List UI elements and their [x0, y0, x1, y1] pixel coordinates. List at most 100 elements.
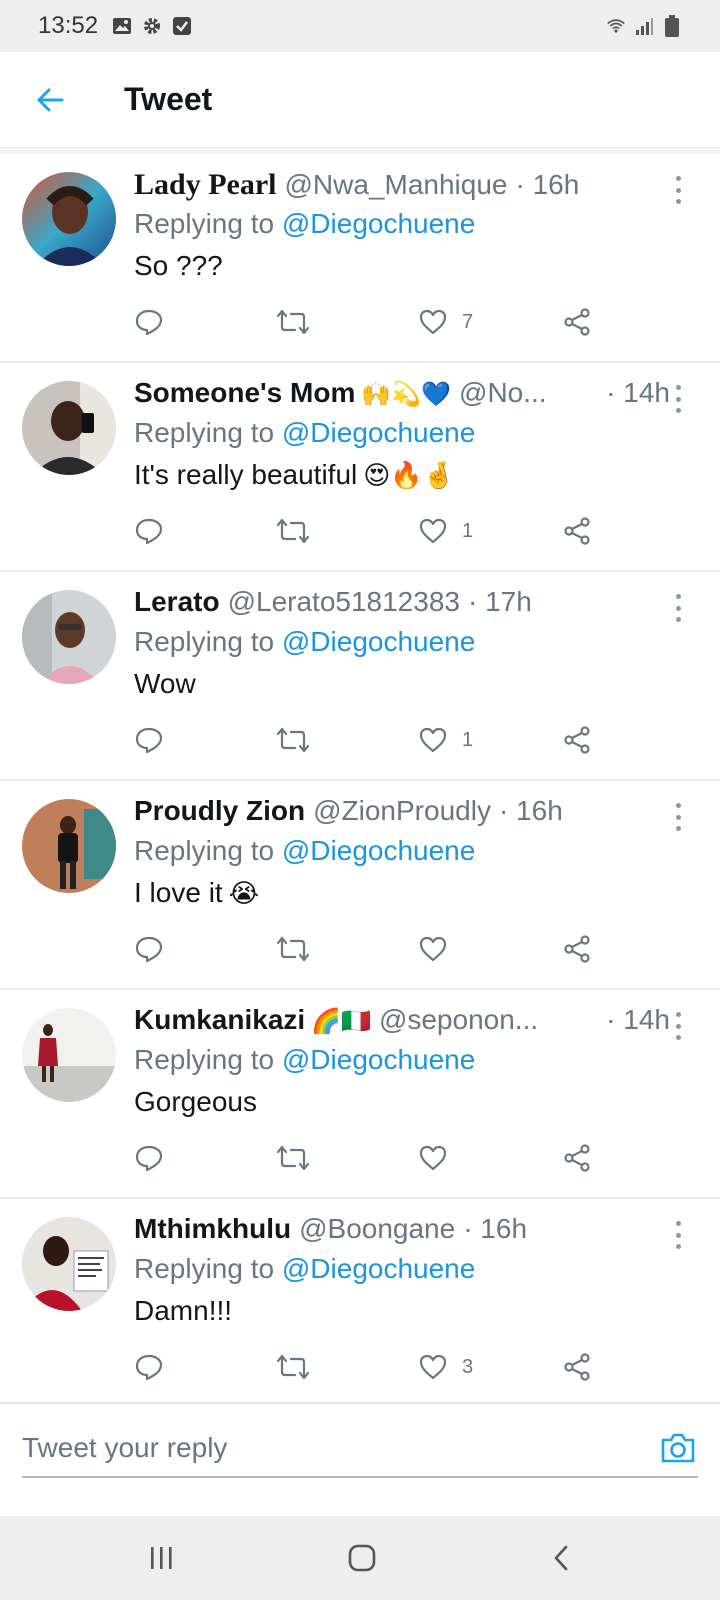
- more-options-icon[interactable]: [668, 594, 688, 622]
- heart-icon: [419, 518, 447, 544]
- retweet-button[interactable]: [276, 722, 310, 758]
- input-underline: [22, 1476, 698, 1478]
- heart-icon: [419, 936, 447, 962]
- share-button[interactable]: [562, 1140, 592, 1176]
- camera-button[interactable]: [658, 1428, 698, 1468]
- author-name[interactable]: Someone's Mom: [134, 377, 355, 409]
- tweet-reply-input[interactable]: [22, 1426, 582, 1470]
- like-button[interactable]: 7: [418, 304, 473, 340]
- app-header: Tweet: [0, 52, 720, 148]
- tweet-text: Gorgeous: [134, 1086, 257, 1117]
- replying-to-link[interactable]: @Diegochuene: [282, 417, 475, 448]
- tweet-text: So ???: [134, 250, 223, 281]
- share-button[interactable]: [562, 722, 592, 758]
- tweet-text: I love it 😭: [134, 877, 260, 909]
- tweet-item[interactable]: Mthimkhulu @Boongane · 16h Replying to @…: [0, 1199, 720, 1408]
- share-button[interactable]: [562, 304, 592, 340]
- share-icon: [564, 935, 590, 963]
- retweet-button[interactable]: [276, 513, 310, 549]
- heart-icon: [419, 1145, 447, 1171]
- avatar[interactable]: [22, 381, 116, 475]
- author-handle[interactable]: @No...: [459, 377, 547, 409]
- system-back-button[interactable]: [532, 1534, 592, 1582]
- like-count: 7: [462, 310, 474, 333]
- tweet-actions: [134, 931, 604, 967]
- home-icon: [348, 1544, 376, 1572]
- tweet-actions: 1: [134, 513, 604, 549]
- reply-button[interactable]: [134, 513, 164, 549]
- reply-button[interactable]: [134, 722, 164, 758]
- share-icon: [564, 308, 590, 336]
- author-name[interactable]: Mthimkhulu: [134, 1213, 291, 1245]
- author-handle[interactable]: @Boongane: [299, 1213, 455, 1245]
- avatar[interactable]: [22, 1008, 116, 1102]
- tweet-text: Damn!!!: [134, 1295, 233, 1326]
- back-button[interactable]: [20, 70, 80, 130]
- like-count: 1: [462, 728, 474, 751]
- reply-icon: [135, 518, 163, 545]
- like-button[interactable]: 1: [418, 513, 473, 549]
- tweet-time: · 17h: [467, 586, 532, 617]
- replying-to-link[interactable]: @Diegochuene: [282, 1044, 475, 1075]
- more-options-icon[interactable]: [668, 1221, 688, 1249]
- author-handle[interactable]: @Nwa_Manhique: [285, 169, 508, 201]
- signal-icon: [634, 16, 654, 36]
- author-name[interactable]: Lerato: [134, 586, 220, 618]
- author-handle[interactable]: @seponon...: [379, 1004, 538, 1036]
- share-button[interactable]: [562, 931, 592, 967]
- tweet-time: · 14h: [606, 1004, 670, 1035]
- replying-to-link[interactable]: @Diegochuene: [282, 208, 475, 239]
- replying-to-link[interactable]: @Diegochuene: [282, 835, 475, 866]
- tweet-item[interactable]: Lady Pearl @Nwa_Manhique · 16h Replying …: [0, 154, 720, 363]
- replying-to-link[interactable]: @Diegochuene: [282, 626, 475, 657]
- retweet-button[interactable]: [276, 1349, 310, 1385]
- avatar[interactable]: [22, 1217, 116, 1311]
- replying-to-link[interactable]: @Diegochuene: [282, 1253, 475, 1284]
- tweet-item[interactable]: Lerato @Lerato51812383 · 17h Replying to…: [0, 572, 720, 781]
- author-name[interactable]: Proudly Zion: [134, 795, 305, 827]
- back-arrow-icon: [37, 88, 64, 111]
- reply-button[interactable]: [134, 1140, 164, 1176]
- share-icon: [564, 1353, 590, 1381]
- retweet-button[interactable]: [276, 304, 310, 340]
- share-button[interactable]: [562, 513, 592, 549]
- more-options-icon[interactable]: [668, 803, 688, 831]
- avatar[interactable]: [22, 172, 116, 266]
- like-button[interactable]: 1: [418, 722, 473, 758]
- more-options-icon[interactable]: [668, 176, 688, 204]
- retweet-button[interactable]: [276, 1140, 310, 1176]
- like-button[interactable]: [418, 1140, 462, 1176]
- page-title: Tweet: [124, 81, 213, 117]
- tweet-item[interactable]: Someone's Mom 🙌💫💙 @No... · 14h Replying …: [0, 363, 720, 572]
- more-options-icon[interactable]: [668, 1012, 688, 1040]
- battery-icon: [662, 15, 682, 37]
- like-button[interactable]: 3: [418, 1349, 473, 1385]
- avatar[interactable]: [22, 799, 116, 893]
- tweet-actions: 7: [134, 304, 604, 340]
- avatar[interactable]: [22, 590, 116, 684]
- home-button[interactable]: [332, 1534, 392, 1582]
- author-handle[interactable]: @ZionProudly: [313, 795, 491, 827]
- gallery-icon: [112, 16, 132, 36]
- share-icon: [564, 1144, 590, 1172]
- reply-button[interactable]: [134, 304, 164, 340]
- more-options-icon[interactable]: [668, 385, 688, 413]
- author-name[interactable]: Lady Pearl: [134, 168, 277, 202]
- retweet-icon: [276, 1145, 310, 1171]
- reply-composer: [0, 1402, 720, 1498]
- text-emoji: 😭: [228, 879, 260, 909]
- author-handle[interactable]: @Lerato51812383: [228, 586, 460, 618]
- reply-button[interactable]: [134, 931, 164, 967]
- tweet-item[interactable]: Proudly Zion @ZionProudly · 16h Replying…: [0, 781, 720, 990]
- recent-apps-button[interactable]: [132, 1534, 192, 1582]
- like-button[interactable]: [418, 931, 462, 967]
- tweet-time: · 16h: [515, 169, 580, 200]
- retweet-button[interactable]: [276, 931, 310, 967]
- replying-to-line: Replying to @Diegochuene: [134, 417, 476, 448]
- replying-to-line: Replying to @Diegochuene: [134, 1253, 476, 1284]
- author-name[interactable]: Kumkanikazi: [134, 1004, 305, 1036]
- share-button[interactable]: [562, 1349, 592, 1385]
- tweet-actions: 1: [134, 722, 604, 758]
- tweet-item[interactable]: Kumkanikazi 🌈🇮🇹 @seponon... · 14h Replyi…: [0, 990, 720, 1199]
- reply-button[interactable]: [134, 1349, 164, 1385]
